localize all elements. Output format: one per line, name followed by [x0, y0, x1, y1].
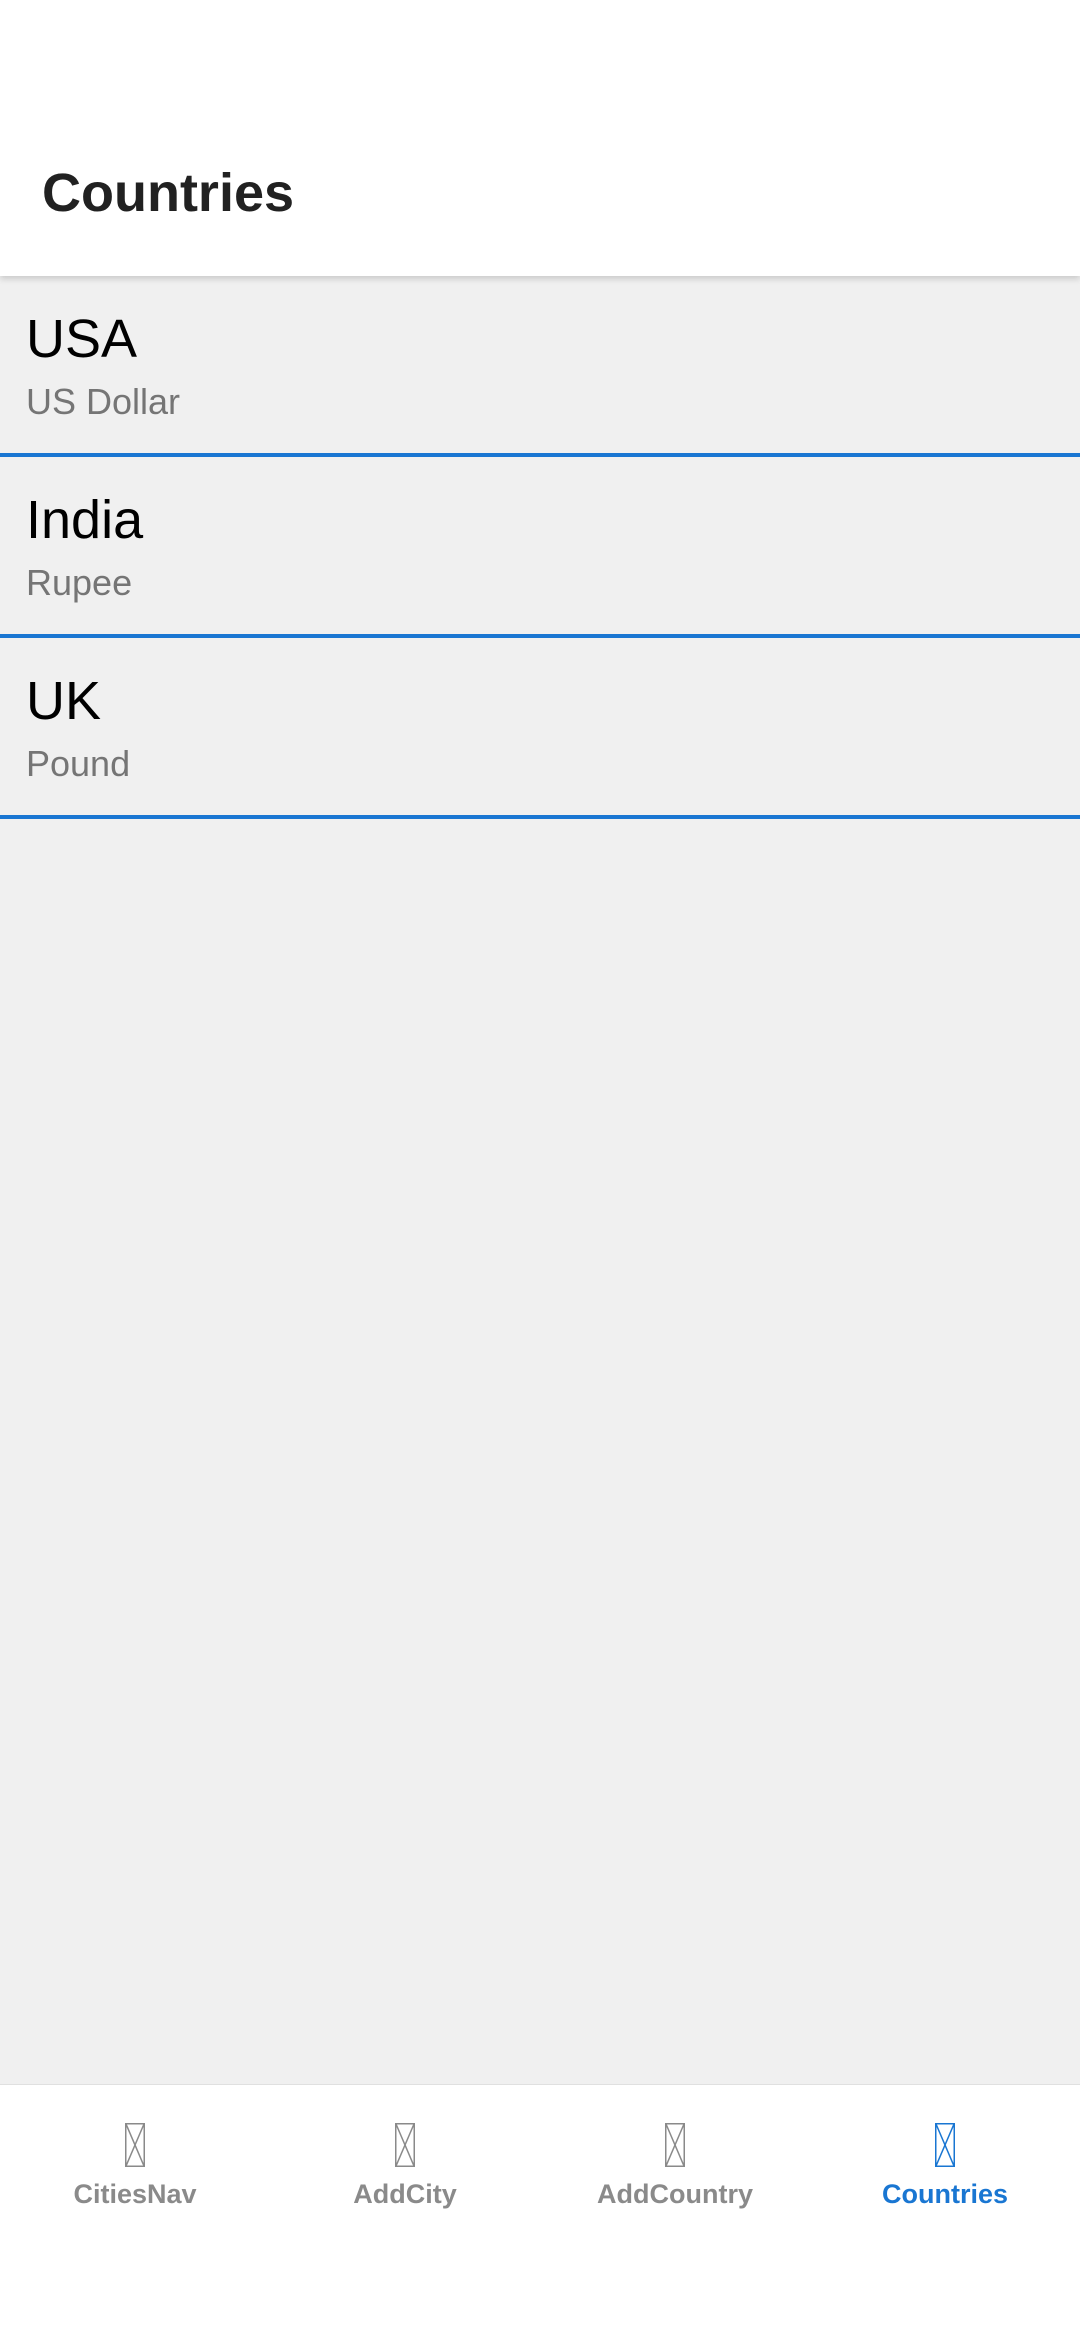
tab-citiesnav[interactable]: CitiesNav	[0, 2085, 270, 2341]
missing-image-icon	[665, 2123, 685, 2167]
country-list[interactable]: USA US Dollar India Rupee UK Pound	[0, 276, 1080, 819]
app-header: Countries	[0, 0, 1080, 276]
tab-label: AddCity	[353, 2179, 457, 2209]
tab-addcountry[interactable]: AddCountry	[540, 2085, 810, 2341]
missing-image-icon	[395, 2123, 415, 2167]
list-item-uk[interactable]: UK Pound	[0, 638, 1080, 819]
tab-addcity[interactable]: AddCity	[270, 2085, 540, 2341]
tab-label: CitiesNav	[73, 2179, 197, 2209]
missing-image-icon	[125, 2123, 145, 2167]
tab-label: Countries	[881, 2179, 1008, 2209]
country-currency: Rupee	[26, 562, 133, 603]
list-item-india[interactable]: India Rupee	[0, 457, 1080, 638]
country-currency: Pound	[26, 743, 131, 784]
country-name: India	[26, 490, 144, 550]
page-title: Countries	[42, 163, 295, 223]
bottom-navigation: CitiesNav AddCity AddCountry Countries	[0, 2084, 1080, 2341]
missing-image-icon	[935, 2123, 955, 2167]
tab-label: AddCountry	[597, 2179, 753, 2209]
country-name: USA	[26, 309, 138, 369]
list-item-usa[interactable]: USA US Dollar	[0, 276, 1080, 457]
country-name: UK	[26, 671, 102, 731]
tab-countries[interactable]: Countries	[810, 2085, 1080, 2341]
country-currency: US Dollar	[26, 381, 181, 422]
